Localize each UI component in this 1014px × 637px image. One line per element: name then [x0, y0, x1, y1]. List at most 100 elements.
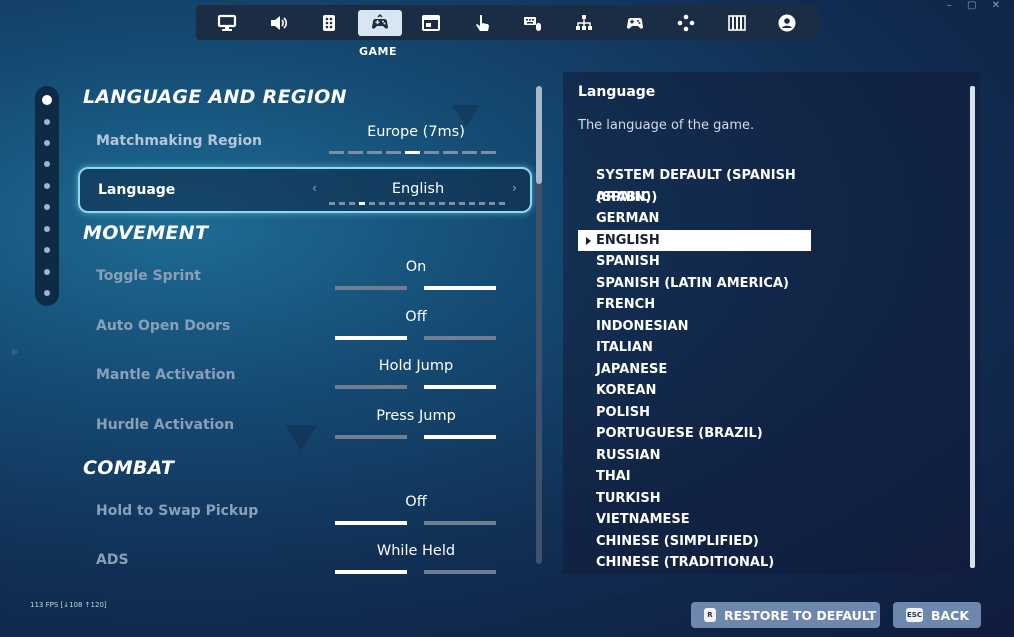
rail-dot[interactable]: [44, 140, 50, 146]
option-segment: [409, 202, 415, 205]
section-title-language-region: LANGUAGE AND REGION: [83, 86, 347, 108]
toggle-indicator: [335, 521, 496, 525]
rail-dot[interactable]: [44, 247, 50, 253]
tab-festival[interactable]: [715, 10, 759, 36]
tab-controller-binds[interactable]: [664, 10, 708, 36]
setting-label: Hurdle Activation: [96, 417, 235, 433]
language-option[interactable]: ARABIC: [578, 187, 811, 209]
language-option[interactable]: TURKISH: [578, 488, 811, 510]
language-option[interactable]: SYSTEM DEFAULT (SPANISH (SPAIN)): [578, 165, 811, 205]
option-segment: [429, 202, 435, 205]
tab-keyboard-mouse[interactable]: [511, 10, 555, 36]
bg-triangle: [612, 596, 628, 608]
option-segment: [469, 202, 475, 205]
rail-dot[interactable]: [44, 161, 50, 167]
setting-toggle-sprint[interactable]: Toggle Sprint On: [78, 253, 532, 299]
setting-mantle-activation[interactable]: Mantle Activation Hold Jump: [78, 352, 532, 398]
language-option[interactable]: INDONESIAN: [578, 316, 811, 338]
language-option[interactable]: KOREAN: [578, 380, 811, 402]
detail-title: Language: [578, 84, 656, 100]
language-option[interactable]: THAI: [578, 466, 811, 488]
keycap-esc-icon: ESC: [906, 608, 923, 622]
toggle-indicator: [335, 385, 496, 389]
setting-hurdle-activation[interactable]: Hurdle Activation Press Jump: [78, 402, 532, 448]
tab-touch[interactable]: [460, 10, 504, 36]
language-option[interactable]: CHINESE (SIMPLIFIED): [578, 531, 811, 553]
option-segment: [329, 151, 344, 154]
monitor-icon: [218, 14, 237, 31]
back-button[interactable]: ESC BACK: [893, 602, 981, 628]
language-option[interactable]: PORTUGUESE (BRAZIL): [578, 423, 811, 445]
option-segment: [439, 202, 445, 205]
tab-hud[interactable]: [409, 10, 453, 36]
option-segment: [389, 202, 395, 205]
fps-counter: 113 FPS [↓108 ↑120]: [30, 601, 107, 609]
language-option[interactable]: ITALIAN: [578, 337, 811, 359]
language-option[interactable]: ENGLISH: [578, 229, 811, 251]
toggle-indicator: [335, 435, 496, 439]
toggle-segment: [424, 336, 496, 340]
setting-label: Matchmaking Region: [96, 133, 263, 149]
rail-dot[interactable]: [44, 269, 50, 275]
language-option[interactable]: VIETNAMESE: [578, 509, 811, 531]
setting-value: English: [391, 181, 445, 197]
touch-icon: [475, 14, 489, 31]
section-rail[interactable]: [35, 86, 59, 306]
language-option[interactable]: JAPANESE: [578, 359, 811, 381]
option-segment: [459, 202, 465, 205]
tab-audio[interactable]: [256, 10, 300, 36]
setting-value: Off: [405, 494, 427, 510]
rail-dot[interactable]: [42, 95, 52, 105]
setting-label: Auto Open Doors: [96, 318, 231, 334]
language-option[interactable]: GERMAN: [578, 208, 811, 230]
chevron-left-icon[interactable]: ‹: [312, 181, 317, 195]
toggle-segment: [335, 336, 407, 340]
rail-dot[interactable]: [44, 290, 50, 296]
language-option[interactable]: POLISH: [578, 402, 811, 424]
toggle-segment: [424, 435, 496, 439]
tab-accessibility[interactable]: [307, 10, 351, 36]
detail-panel: Language The language of the game. SYSTE…: [563, 72, 980, 574]
tab-controller[interactable]: [613, 10, 657, 36]
language-option[interactable]: RUSSIAN: [578, 445, 811, 467]
setting-label: Language: [98, 182, 176, 198]
tab-account[interactable]: [765, 10, 809, 36]
tab-game[interactable]: [358, 9, 403, 36]
option-segment: [379, 202, 385, 205]
option-indicator: [329, 151, 496, 154]
setting-matchmaking-region[interactable]: Matchmaking Region Europe (7ms): [78, 118, 532, 164]
detail-scrollbar[interactable]: [970, 86, 975, 568]
window-controls[interactable]: – ▢ ✕: [947, 0, 1006, 11]
network-icon: [575, 14, 592, 30]
language-option[interactable]: FRENCH: [578, 294, 811, 316]
toggle-segment: [424, 521, 496, 525]
rail-dot[interactable]: [44, 183, 50, 189]
settings-scrollbar[interactable]: [536, 86, 542, 564]
option-segment: [369, 202, 375, 205]
setting-auto-open-doors[interactable]: Auto Open Doors Off: [78, 303, 532, 349]
rail-dot[interactable]: [44, 204, 50, 210]
option-segment: [462, 151, 477, 154]
scrollbar-thumb[interactable]: [536, 86, 542, 184]
toggle-segment: [424, 570, 496, 574]
active-tab-caption: GAME: [358, 45, 397, 58]
toggle-segment: [335, 521, 407, 525]
tab-display[interactable]: [205, 10, 249, 36]
setting-ads[interactable]: ADS While Held: [78, 537, 532, 583]
language-option[interactable]: CHINESE (TRADITIONAL): [578, 552, 811, 574]
option-indicator: [329, 202, 505, 205]
rail-dot[interactable]: [44, 119, 50, 125]
rail-dot[interactable]: [44, 226, 50, 232]
toggle-indicator: [335, 336, 496, 340]
restore-default-button[interactable]: R RESTORE TO DEFAULT: [691, 602, 880, 628]
chevron-right-icon[interactable]: ›: [512, 181, 517, 195]
tab-network[interactable]: [562, 10, 606, 36]
setting-hold-to-swap-pickup[interactable]: Hold to Swap Pickup Off: [78, 488, 532, 534]
setting-value: Press Jump: [376, 408, 456, 424]
language-option[interactable]: SPANISH: [578, 251, 811, 273]
language-option[interactable]: SPANISH (LATIN AMERICA): [578, 273, 811, 295]
setting-label: ADS: [96, 552, 129, 568]
setting-language[interactable]: Language ‹ English ›: [78, 167, 532, 213]
toggle-segment: [424, 286, 496, 290]
keycap-r-icon: R: [704, 608, 716, 622]
